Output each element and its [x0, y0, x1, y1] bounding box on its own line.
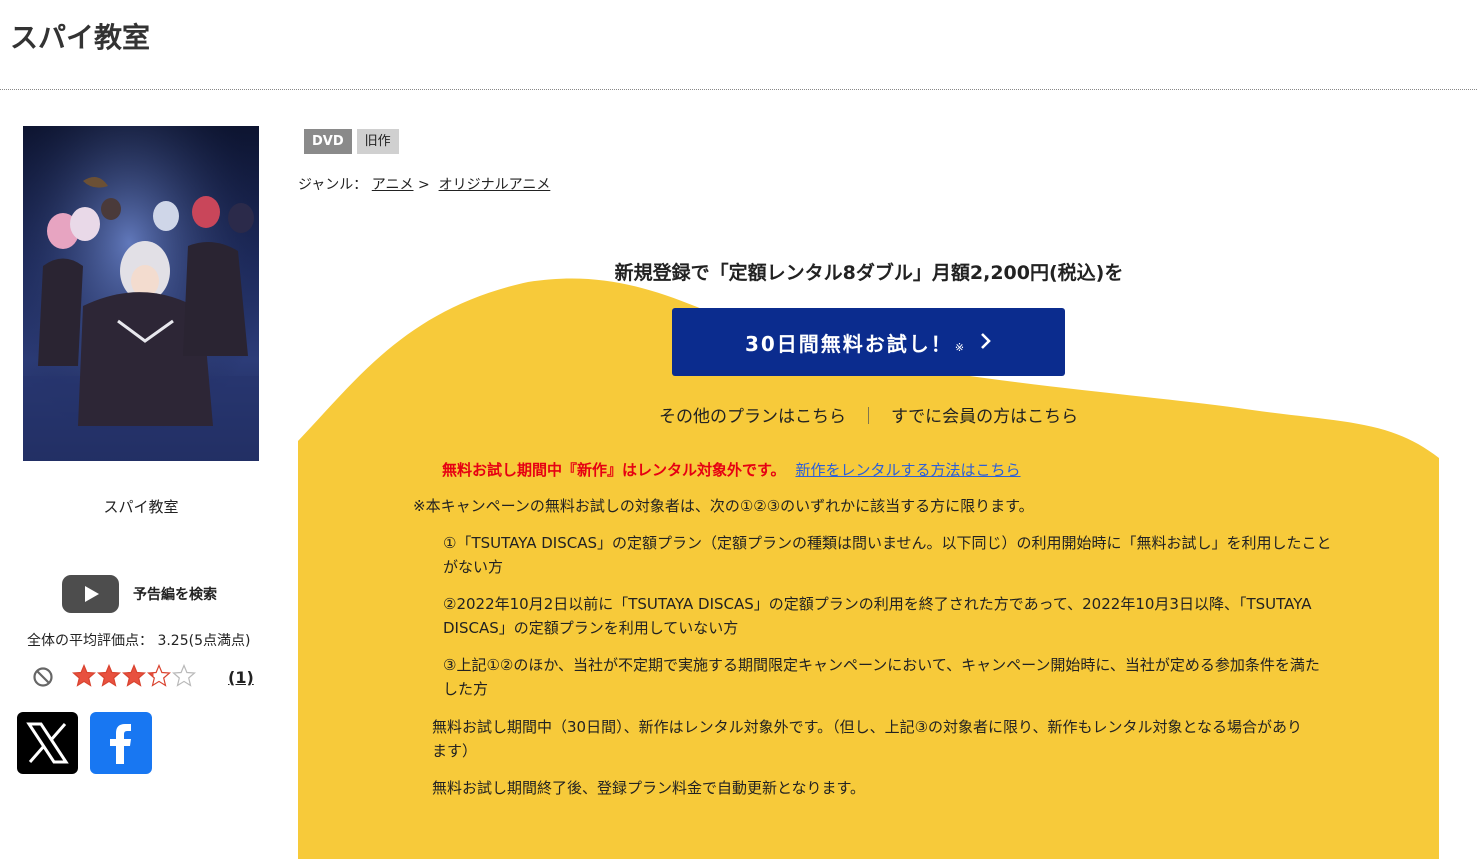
star-icon	[97, 664, 121, 687]
free-trial-note-mark: ※	[954, 340, 965, 354]
plan-links: その他のプランはこちら ｜ すでに会員の方はこちら	[659, 402, 1078, 427]
plan-links-separator: ｜	[860, 407, 877, 427]
trial-note-new-release: 無料お試し期間中（30日間）、新作はレンタル対象外です。（但し、上記③の対象者に…	[432, 718, 1302, 760]
play-video-icon	[62, 575, 119, 613]
campaign-heading: 新規登録で「定額レンタル8ダブル」月額2,200円(税込)を	[614, 262, 1124, 284]
average-rating-text: 全体の平均評価点： 3.25(5点満点)	[27, 633, 251, 649]
member-login-link[interactable]: すでに会員の方はこちら	[891, 407, 1078, 427]
star-icon	[72, 664, 96, 687]
x-logo-icon	[26, 722, 69, 764]
rating-row: (1)	[32, 664, 262, 692]
genre-label: ジャンル：	[298, 177, 368, 193]
jacket-artwork	[23, 126, 259, 461]
star-icon	[172, 664, 196, 687]
tag-old-release: 旧作	[356, 129, 399, 154]
star-icon	[147, 664, 171, 687]
genre-link-original-anime[interactable]: オリジナルアニメ	[439, 177, 551, 193]
new-release-rental-link[interactable]: 新作をレンタルする方法はこちら	[796, 461, 1021, 479]
page-title: スパイ教室	[10, 21, 151, 54]
new-release-warning: 無料お試し期間中『新作』はレンタル対象外です。 新作をレンタルする方法はこちら	[442, 459, 1021, 480]
tag-dvd: DVD	[304, 129, 352, 154]
jacket-image[interactable]	[23, 126, 259, 461]
free-trial-button[interactable]: 30日間無料お試し！ ※	[672, 308, 1065, 376]
star-rating	[72, 664, 196, 688]
prohibited-icon[interactable]	[32, 666, 54, 692]
new-release-warning-text: 無料お試し期間中『新作』はレンタル対象外です。	[442, 461, 786, 479]
title-divider	[0, 89, 1477, 90]
x-share-button[interactable]	[17, 712, 78, 774]
eligibility-intro: ※本キャンペーンの無料お試しの対象者は、次の①②③のいずれかに該当する方に限りま…	[413, 497, 1034, 515]
genre-link-anime[interactable]: アニメ	[372, 177, 414, 193]
facebook-share-button[interactable]	[90, 712, 152, 774]
free-trial-label: 30日間無料お試し！	[744, 331, 953, 356]
trial-note-auto-renewal: 無料お試し期間終了後、登録プラン料金で自動更新となります。	[432, 779, 866, 797]
genre-breadcrumb: ジャンル： アニメ > オリジナルアニメ	[298, 174, 550, 194]
other-plans-link[interactable]: その他のプランはこちら	[659, 407, 846, 427]
tag-list: DVD 旧作	[304, 129, 399, 154]
chevron-right-icon	[980, 332, 992, 354]
review-count-link[interactable]: (1)	[228, 668, 254, 687]
star-icon	[122, 664, 146, 687]
eligibility-condition-1: ①「TSUTAYA DISCAS」の定額プラン（定額プランの種類は問いません。以…	[443, 534, 1332, 576]
genre-separator: >	[417, 177, 430, 193]
trailer-search-button[interactable]: 予告編を検索	[62, 575, 217, 613]
trailer-search-label: 予告編を検索	[133, 587, 217, 603]
jacket-caption: スパイ教室	[103, 498, 179, 516]
eligibility-condition-2: ②2022年10月2日以前に「TSUTAYA DISCAS」の定額プランの利用を…	[443, 595, 1312, 637]
facebook-logo-icon	[110, 724, 131, 764]
eligibility-condition-3: ③上記①②のほか、当社が不定期で実施する期間限定キャンペーンにおいて、キャンペー…	[443, 656, 1320, 698]
